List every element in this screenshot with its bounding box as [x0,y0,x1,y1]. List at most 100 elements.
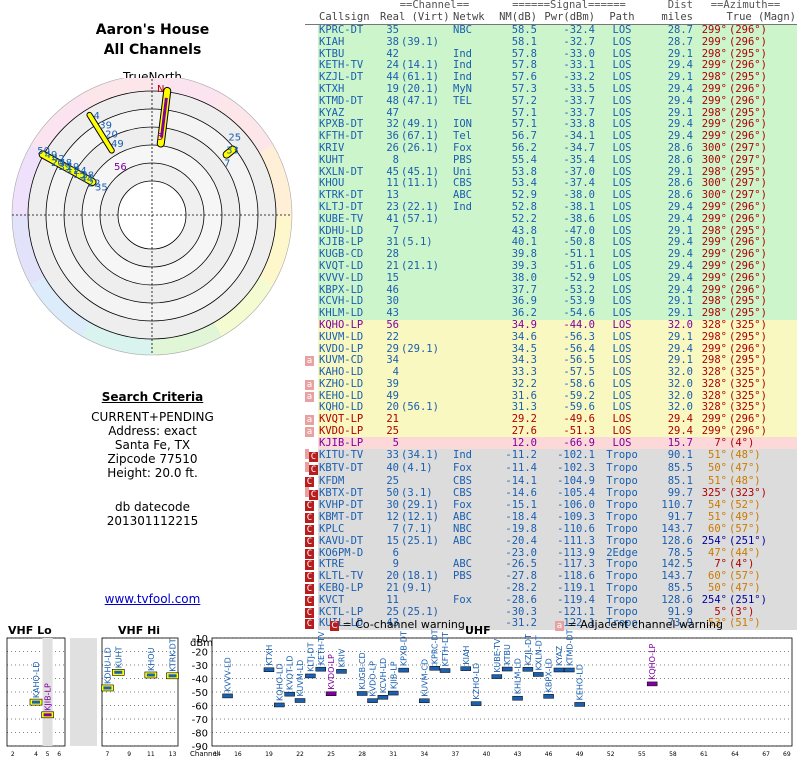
warning-cell: C [305,449,318,463]
table-row: C KITU-TV 33 (34.1) Ind -11.2 -102.1 Tropo 90.1 5… [305,449,797,463]
cell-nm: 58.5 [490,24,538,37]
cell-path: LOS [596,295,648,308]
cell-nm: -19.8 [490,523,538,536]
cell-magn: (296°) [728,248,797,261]
cell-path: 2Edge [596,547,648,560]
x-tick-label: 16 [234,751,242,758]
co-channel-warning-icon: C [305,513,314,524]
cell-real: 38 [379,36,400,49]
signal-marker-label: KHLM-LD [514,658,523,694]
signal-marker-label: KAHO-LD [32,662,41,699]
cell-path: Tropo [596,500,648,512]
pwr-header: Pwr(dBm) [538,11,596,25]
cell-az: 298° [694,48,728,60]
table-row: KTMD-DT 48 (47.1) TEL 57.2 -33.7 LOS 29.4 299° (2… [305,95,797,108]
cell-magn: (296°) [728,425,797,438]
x-tick-label: 67 [762,751,770,758]
signal-marker [336,669,347,674]
x-tick-label: 11 [147,751,155,758]
signal-marker-label: KPRC-DT [431,629,440,664]
cell-path: Tropo [596,462,648,476]
cell-az: 325° [694,487,728,501]
warning-cell [305,202,318,214]
cell-dist: 29.4 [648,59,694,72]
cell-path: LOS [596,95,648,108]
cell-nm: -11.2 [490,449,538,463]
signal-marker-label: KVDO-LP [369,661,378,697]
signal-marker [294,698,306,703]
warning-cell [305,154,318,166]
warning-cell: C [305,582,318,595]
cell-net [452,319,490,332]
cell-az: 298° [694,107,728,119]
cell-virt: (47.1) [400,95,452,108]
cell-call: KPRC-DT [318,24,379,37]
table-row: KRIV 26 (26.1) Fox 56.2 -34.7 LOS 28.6 300° (297°… [305,142,797,155]
x-tick-label: 22 [296,751,304,758]
cell-magn: (4°) [728,559,797,571]
cell-net [452,413,490,426]
cell-dist: 128.6 [648,535,694,548]
signal-marker-label: KVVV-LD [224,657,233,692]
cell-call: KHOU [318,177,379,190]
cell-real: 15 [379,272,400,285]
cell-net [452,272,490,285]
cell-real: 15 [379,535,400,548]
cell-call: KEHO-LD [318,390,379,403]
cell-real: 21 [379,582,400,595]
signal-marker-label: KTRK-DT [169,638,178,672]
signal-marker [470,701,482,706]
signal-marker-label: KFTH-DT [441,632,450,667]
criteria-line: Zipcode 77510 [107,452,198,466]
criteria-line: Santa Fe, TX [114,438,191,452]
adjacent-warning-icon: a [305,391,314,402]
warning-cell [305,437,318,449]
cell-path: LOS [596,177,648,190]
cell-pwr: -34.1 [538,130,596,143]
cell-nm: 57.1 [490,107,538,119]
warning-cell [305,308,318,320]
cell-pwr: -105.4 [538,487,596,501]
co-channel-warning-icon: C [305,560,314,571]
cell-real: 11 [379,594,400,607]
cell-call: KCTL-LP [318,606,379,619]
cell-dist: 29.1 [648,166,694,178]
cell-nm: 43.8 [490,225,538,237]
cell-dist: 29.4 [648,201,694,214]
cell-az: 7° [694,437,728,450]
cell-call: KBPX-LD [318,284,379,296]
cell-virt: (61.1) [400,71,452,84]
table-row: KJIB-LP 5 12.0 -66.9 LOS 15.7 7° (4°) [305,437,797,450]
cell-net [452,307,490,320]
callsign-header: Callsign [318,11,379,25]
cell-real: 46 [379,284,400,296]
table-row: KQHO-LP 56 34.9 -44.0 LOS 32.0 328° (325°) [305,319,797,332]
cell-pwr: -59.2 [538,390,596,403]
cell-dist: 85.5 [648,462,694,476]
cell-pwr: -57.5 [538,366,596,379]
cell-az: 298° [694,307,728,320]
cell-az: 299° [694,272,728,285]
cell-dist: 29.4 [648,413,694,426]
cell-net [452,437,490,450]
cell-net [452,425,490,438]
cell-real: 5 [379,437,400,450]
cell-virt [400,354,452,367]
cell-dist: 91.7 [648,511,694,524]
cell-path: LOS [596,343,648,355]
signal-marker-label: KUVM-LD [296,660,305,697]
tvfool-link[interactable]: www.tvfool.com [0,592,305,606]
cell-path: LOS [596,166,648,178]
cell-az: 299° [694,130,728,143]
cell-virt: (29.1) [400,500,452,512]
cell-real: 9 [379,559,400,571]
cell-az: 299° [694,59,728,72]
signal-marker [419,698,430,704]
cell-nm: -14.6 [490,487,538,501]
cell-magn: (49°) [728,511,797,524]
cell-az: 299° [694,343,728,355]
table-row: C KCTL-LP 25 (25.1) -30.3 -121.1 Tropo 91.9 5° (3… [305,606,797,619]
signal-marker [543,694,554,699]
signal-marker [512,695,523,701]
table-row: a KVQT-LP 21 29.2 -49.6 LOS 29.4 299° (296°) [305,413,797,426]
